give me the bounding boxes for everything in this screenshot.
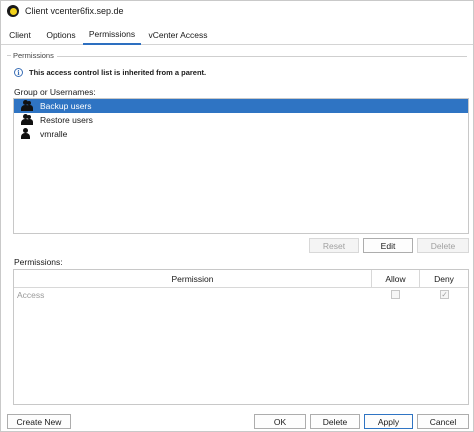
reset-button[interactable]: Reset <box>309 238 359 253</box>
dialog-window: Client vcenter6fix.sep.de Client Options… <box>0 0 474 432</box>
user-name: vmralle <box>40 129 68 139</box>
check-icon: ✓ <box>441 289 448 299</box>
column-header-deny[interactable]: Deny <box>420 270 468 288</box>
user-name: Restore users <box>40 115 93 125</box>
user-list-item-vmralle[interactable]: vmralle <box>14 127 468 141</box>
info-text: This access control list is inherited fr… <box>29 68 207 77</box>
user-list-item-backup-users[interactable]: Backup users <box>14 99 468 113</box>
user-icon <box>20 128 34 140</box>
tab-bar: Client Options Permissions vCenter Acces… <box>1 25 473 45</box>
permissions-label: Permissions: <box>14 257 63 267</box>
title-bar: Client vcenter6fix.sep.de <box>1 1 473 21</box>
info-icon: i <box>14 68 23 77</box>
column-header-allow[interactable]: Allow <box>372 270 420 288</box>
permissions-table: Permission Allow Deny Access ✓ <box>13 269 469 405</box>
cancel-button[interactable]: Cancel <box>417 414 469 429</box>
permissions-groupbox: Permissions i This access control list i… <box>7 51 469 407</box>
window-title: Client vcenter6fix.sep.de <box>25 6 124 16</box>
user-group-icon <box>20 100 34 112</box>
groupbox-divider <box>57 56 467 57</box>
tab-permissions[interactable]: Permissions <box>83 25 141 45</box>
inherited-info-message: i This access control list is inherited … <box>14 68 206 77</box>
groupbox-title: Permissions <box>7 51 54 60</box>
app-logo-icon <box>7 5 19 17</box>
user-list[interactable]: Backup users Restore users vmralle <box>13 98 469 234</box>
deny-checkbox[interactable]: ✓ <box>440 290 449 299</box>
table-row: Access ✓ <box>14 288 468 302</box>
user-name: Backup users <box>40 101 92 111</box>
allow-checkbox[interactable] <box>391 290 400 299</box>
group-or-usernames-label: Group or Usernames: <box>14 87 96 97</box>
user-list-item-restore-users[interactable]: Restore users <box>14 113 468 127</box>
tab-options[interactable]: Options <box>39 25 83 45</box>
ok-button[interactable]: OK <box>254 414 306 429</box>
tab-client[interactable]: Client <box>1 25 39 45</box>
delete-user-button[interactable]: Delete <box>417 238 469 253</box>
column-header-permission[interactable]: Permission <box>14 270 372 288</box>
create-new-button[interactable]: Create New <box>7 414 71 429</box>
tab-vcenter-access[interactable]: vCenter Access <box>141 25 215 45</box>
user-group-icon <box>20 114 34 126</box>
delete-button[interactable]: Delete <box>310 414 360 429</box>
permission-name: Access <box>17 290 45 300</box>
edit-button[interactable]: Edit <box>363 238 413 253</box>
apply-button[interactable]: Apply <box>364 414 413 429</box>
